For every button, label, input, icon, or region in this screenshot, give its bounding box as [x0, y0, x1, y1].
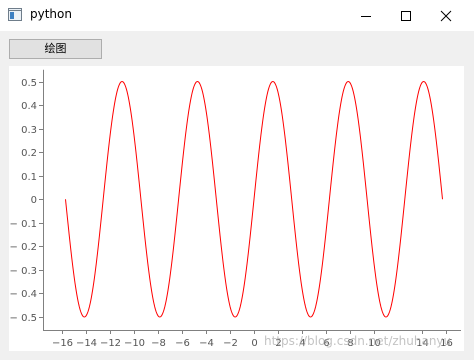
y-tick-label: − 0.4 — [10, 289, 37, 300]
plot-button[interactable]: 绘图 — [9, 39, 102, 59]
sine-series-line — [65, 80, 443, 318]
y-tick-label: 0 — [31, 195, 37, 206]
x-tick-label: −6 — [175, 338, 190, 349]
app-window-icon — [8, 8, 22, 21]
maximize-button[interactable] — [386, 0, 426, 31]
plot-canvas: 0.5 0.4 0.3 0.2 0.1 0 − 0.1 − 0.2 − 0.3 − 0.4 − 0.… — [9, 66, 464, 351]
x-tick-label: −4 — [199, 338, 214, 349]
maximize-icon — [401, 10, 411, 21]
window-title: python — [30, 7, 72, 21]
close-icon — [440, 10, 452, 21]
title-bar: python — [0, 0, 474, 31]
minimize-icon — [361, 15, 371, 17]
y-tick-label: 0.1 — [21, 172, 37, 183]
y-tick-label: 0.2 — [21, 148, 37, 159]
x-tick-label: −12 — [100, 338, 121, 349]
y-tick-label: − 0.1 — [10, 219, 37, 230]
y-tick-label: 0.4 — [21, 101, 37, 112]
close-button[interactable] — [426, 0, 466, 31]
minimize-button[interactable] — [346, 0, 386, 31]
x-tick-label: −2 — [223, 338, 238, 349]
x-tick-label: −16 — [52, 338, 73, 349]
sine-chart: 0.5 0.4 0.3 0.2 0.1 0 − 0.1 − 0.2 − 0.3 − 0.4 − 0.… — [10, 69, 461, 349]
x-tick-label: −8 — [151, 338, 166, 349]
x-tick-label: 0 — [251, 338, 257, 349]
y-tick-label: − 0.5 — [10, 313, 37, 324]
watermark-text: https://blog.csdn.net/zhuhanyu — [264, 334, 452, 348]
y-tick-label: 0.5 — [21, 78, 37, 89]
y-tick-label: 0.3 — [21, 125, 37, 136]
y-axis: 0.5 0.4 0.3 0.2 0.1 0 − 0.1 − 0.2 − 0.3 − 0.4 − 0.… — [10, 69, 44, 330]
x-tick-label: −14 — [76, 338, 97, 349]
y-tick-label: − 0.2 — [10, 242, 37, 253]
y-tick-label: − 0.3 — [10, 266, 37, 277]
x-tick-label: −10 — [124, 338, 145, 349]
